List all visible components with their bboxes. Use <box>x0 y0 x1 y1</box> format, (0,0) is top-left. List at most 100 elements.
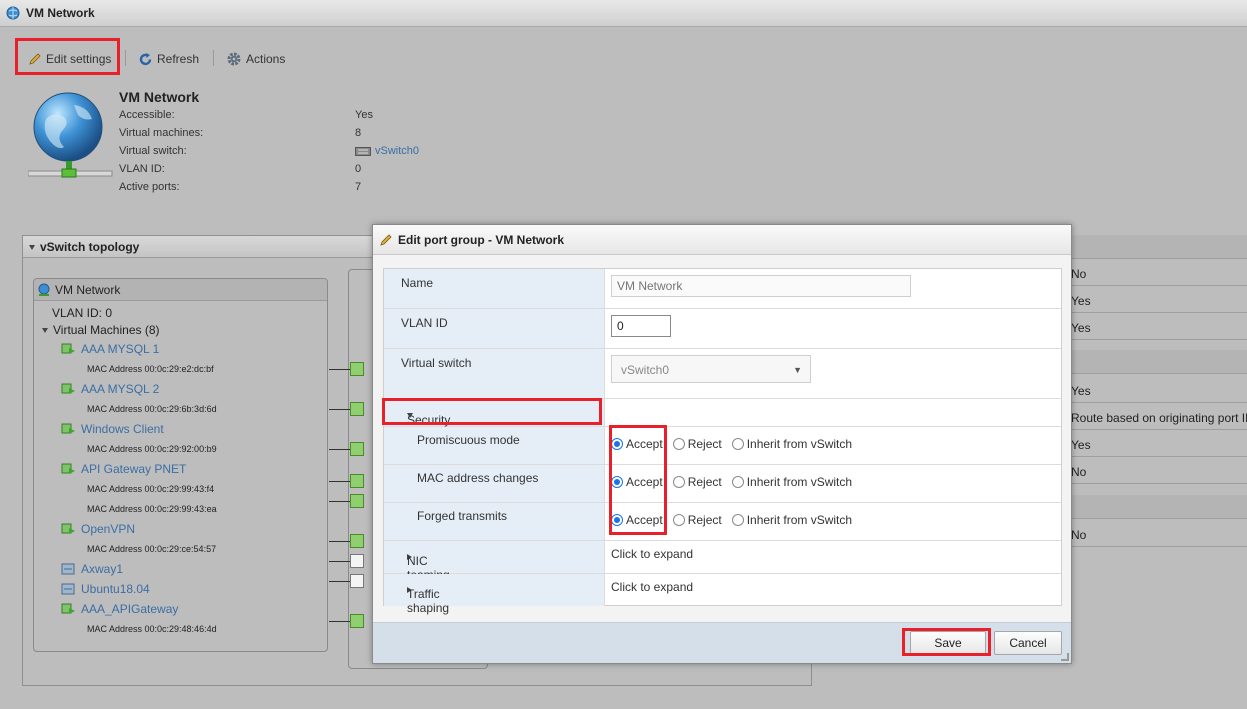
nic-teaming-row[interactable]: NIC teaming Click to expand <box>384 541 1061 582</box>
switch-port <box>350 574 364 588</box>
vswitch-select[interactable]: vSwitch0 ▼ <box>611 355 811 383</box>
vm-item[interactable]: AAA MYSQL 1 <box>61 342 159 356</box>
mac-changes-row: MAC address changes Accept Reject Inheri… <box>384 465 1061 503</box>
portgroup-box: VM Network VLAN ID: 0 Virtual Machines (… <box>33 278 328 652</box>
gear-icon <box>227 52 241 66</box>
topology-vms-label: Virtual Machines (8) <box>53 323 160 337</box>
vm-item[interactable]: API Gateway PNET <box>61 462 186 476</box>
mac-changes-accept-radio[interactable]: Accept <box>611 475 663 489</box>
cancel-button[interactable]: Cancel <box>994 631 1062 655</box>
vm-mac: MAC Address 00:0c:29:ce:54:57 <box>87 544 217 554</box>
properties-header <box>1062 495 1247 519</box>
switch-icon <box>355 146 371 156</box>
resize-grip[interactable] <box>1061 653 1069 661</box>
vm-on-icon <box>61 603 75 614</box>
mac-changes-reject-radio[interactable]: Reject <box>672 475 722 489</box>
vm-off-icon <box>61 583 75 595</box>
vm-name: OpenVPN <box>81 522 136 536</box>
connection-line <box>329 581 351 582</box>
vm-item[interactable]: Ubuntu18.04 <box>61 582 150 596</box>
portgroup-box-title: VM Network <box>55 282 121 297</box>
property-value: No <box>1062 520 1247 547</box>
switch-port <box>350 474 364 488</box>
vm-item[interactable]: OpenVPN <box>61 522 135 536</box>
vswitch-link-label: vSwitch0 <box>375 145 420 157</box>
vm-name: AAA MYSQL 1 <box>81 342 160 356</box>
security-row[interactable]: Security <box>384 399 1061 427</box>
vlan-row: VLAN ID <box>384 309 1061 349</box>
pencil-icon <box>380 233 392 246</box>
switch-port <box>350 402 364 416</box>
radio-icon <box>672 438 685 450</box>
vm-name: AAA MYSQL 2 <box>81 382 160 396</box>
forged-inherit-radio[interactable]: Inherit from vSwitch <box>731 513 852 527</box>
mac-changes-inherit-radio[interactable]: Inherit from vSwitch <box>731 475 853 489</box>
vlan-id-input[interactable] <box>611 315 671 337</box>
info-label-virtual-switch: Virtual switch: <box>119 145 187 157</box>
vm-on-icon <box>61 463 75 474</box>
info-value-accessible: Yes <box>355 109 373 121</box>
vm-mac: MAC Address 00:0c:29:e2:dc:bf <box>87 364 214 374</box>
radio-checked-icon <box>611 438 623 450</box>
promiscuous-label-cell: Promiscuous mode <box>384 427 605 464</box>
vswitch-label-cell: Virtual switch <box>384 349 605 398</box>
info-label-virtual-machines: Virtual machines: <box>119 127 204 139</box>
option-accept-label: Accept <box>626 475 663 489</box>
promiscuous-accept-radio[interactable]: Accept <box>611 437 663 451</box>
vm-on-icon <box>61 343 75 354</box>
refresh-button[interactable]: Refresh <box>138 49 199 69</box>
vm-mac: MAC Address 00:0c:29:99:43:f4 <box>87 484 215 494</box>
dialog-header[interactable]: Edit port group - VM Network <box>373 225 1071 255</box>
promiscuous-reject-radio[interactable]: Reject <box>672 437 722 451</box>
vm-name: AAA_APIGateway <box>81 602 179 616</box>
option-reject-label: Reject <box>687 437 722 451</box>
network-globe-large-icon <box>28 92 113 178</box>
vlan-label-cell: VLAN ID <box>384 309 605 348</box>
option-accept-label: Accept <box>626 513 663 527</box>
vm-on-icon <box>61 423 75 434</box>
option-inherit-label: Inherit from vSwitch <box>746 475 853 489</box>
vm-item[interactable]: Windows Client <box>61 422 164 436</box>
option-accept-label: Accept <box>626 437 663 451</box>
forged-reject-radio[interactable]: Reject <box>672 513 722 527</box>
nic-teaming-expand[interactable]: Click to expand <box>611 547 693 561</box>
edit-settings-label: Edit settings <box>46 52 112 66</box>
security-label-cell: Security <box>384 399 605 427</box>
edit-settings-button[interactable]: Edit settings <box>28 49 111 69</box>
promiscuous-radio-group: Accept Reject Inherit from vSwitch <box>611 437 862 451</box>
promiscuous-row: Promiscuous mode Accept Reject Inherit f… <box>384 427 1061 465</box>
property-value: Yes <box>1062 430 1247 457</box>
vm-item[interactable]: AAA MYSQL 2 <box>61 382 159 396</box>
connection-line <box>329 541 351 542</box>
vm-on-icon <box>61 383 75 394</box>
dialog-footer: Save Cancel <box>373 622 1071 663</box>
vm-off-icon <box>61 563 75 575</box>
dropdown-caret-icon: ▼ <box>793 365 802 375</box>
forged-transmits-label: Forged transmits <box>417 509 508 523</box>
vswitch-link[interactable]: vSwitch0 <box>355 145 419 157</box>
properties-header <box>1062 350 1247 374</box>
vm-on-icon <box>61 523 75 534</box>
connection-line <box>329 449 351 450</box>
vm-item[interactable]: AAA_APIGateway <box>61 602 178 616</box>
forged-accept-radio[interactable]: Accept <box>611 513 663 527</box>
portgroup-box-header: VM Network <box>34 279 327 301</box>
traffic-shaping-expand[interactable]: Click to expand <box>611 580 693 594</box>
property-value: No <box>1062 259 1247 286</box>
traffic-shaping-row[interactable]: Traffic shaping Click to expand <box>384 574 1061 615</box>
topology-vms-line[interactable]: Virtual Machines (8) <box>42 323 160 337</box>
vswitch-select-value: vSwitch0 <box>621 363 670 377</box>
network-globe-icon <box>6 6 20 20</box>
name-input <box>611 275 911 297</box>
save-button[interactable]: Save <box>910 631 986 655</box>
actions-button[interactable]: Actions <box>226 49 285 69</box>
connection-line <box>329 369 351 370</box>
refresh-label: Refresh <box>157 52 200 66</box>
promiscuous-inherit-radio[interactable]: Inherit from vSwitch <box>731 437 852 451</box>
property-value: Yes <box>1062 313 1247 340</box>
vm-name: API Gateway PNET <box>81 462 187 476</box>
dialog-title: Edit port group - VM Network <box>398 232 564 247</box>
vm-item[interactable]: Axway1 <box>61 562 123 576</box>
vm-name: Axway1 <box>81 562 124 576</box>
toolbar-divider <box>213 50 214 66</box>
